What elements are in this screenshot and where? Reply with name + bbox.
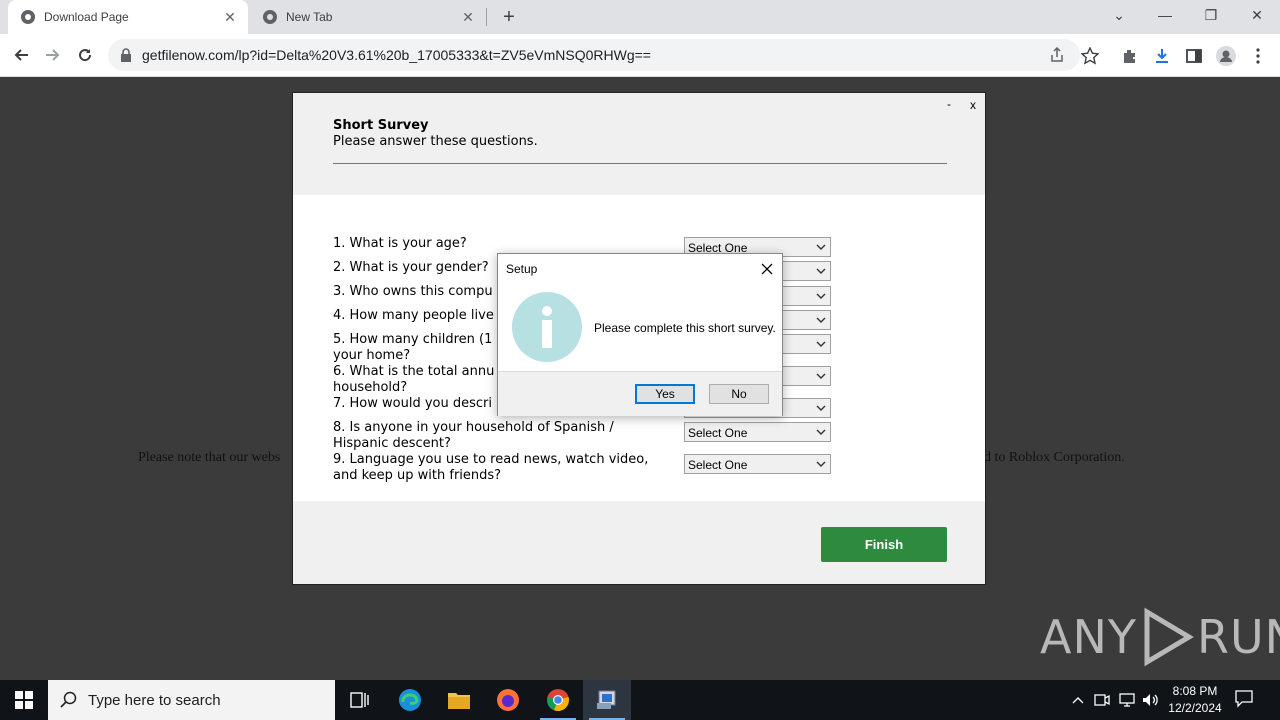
page-note-left: Please note that our webs: [138, 450, 281, 465]
info-icon: [512, 292, 582, 362]
setup-app-icon[interactable]: [583, 680, 631, 720]
restore-window-icon[interactable]: ❐: [1188, 0, 1234, 30]
file-explorer-icon[interactable]: [435, 680, 483, 720]
anyrun-watermark: ANY RUN: [1040, 607, 1280, 667]
close-tab-icon[interactable]: ✕: [222, 9, 238, 25]
survey-close-button[interactable]: x: [970, 98, 976, 112]
watermark-text-right: RUN: [1196, 610, 1280, 664]
select-value: Select One: [688, 458, 748, 472]
survey-title: Short Survey: [333, 118, 429, 133]
close-tab-icon[interactable]: ✕: [460, 9, 476, 25]
tab-download-page[interactable]: Download Page ✕: [8, 0, 248, 34]
page-note-right: d to Roblox Corporation.: [984, 450, 1125, 465]
system-clock[interactable]: 8:08 PM 12/2/2024: [1160, 683, 1230, 717]
search-placeholder: Type here to search: [88, 692, 221, 709]
taskbar-search-box[interactable]: Type here to search: [48, 680, 335, 720]
back-arrow-icon: [14, 49, 28, 61]
question-5: 5. How many children (1 your home?: [333, 332, 493, 363]
windows-logo-icon: [15, 691, 33, 709]
watermark-text-left: ANY: [1040, 610, 1137, 664]
edge-icon[interactable]: [386, 680, 434, 720]
reload-icon: [79, 49, 92, 62]
chevron-down-icon: [816, 293, 826, 299]
no-button[interactable]: No: [709, 384, 769, 404]
tab-search-icon[interactable]: ⌄: [1096, 0, 1142, 30]
dialog-title: Setup: [506, 262, 538, 276]
url-text: getfilenow.com/lp?id=Delta%20V3.61%20b_1…: [142, 47, 651, 63]
survey-subtitle: Please answer these questions.: [333, 134, 538, 149]
share-icon[interactable]: [1048, 46, 1066, 64]
meet-now-icon[interactable]: [1092, 680, 1112, 720]
chevron-down-icon: [816, 429, 826, 435]
question-6: 6. What is the total annu household?: [333, 364, 495, 395]
show-hidden-icons-icon[interactable]: [1068, 680, 1088, 720]
dialog-close-icon[interactable]: [756, 258, 778, 280]
bookmark-star-icon[interactable]: [1080, 46, 1100, 66]
chevron-down-icon: [816, 317, 826, 323]
setup-dialog: Setup Please complete this short survey.…: [497, 253, 783, 416]
tab-new-tab[interactable]: New Tab ✕: [250, 0, 486, 34]
forward-arrow-icon: [46, 49, 60, 61]
firefox-icon[interactable]: [484, 680, 532, 720]
chrome-icon: [263, 10, 277, 24]
search-icon: [60, 691, 77, 708]
tab-title: Download Page: [44, 10, 129, 24]
network-icon[interactable]: [1116, 680, 1138, 720]
question-1: 1. What is your age?: [333, 236, 467, 251]
play-logo-icon: [1144, 607, 1194, 667]
survey-minimize-button[interactable]: -: [947, 97, 951, 111]
extensions-icon[interactable]: [1120, 46, 1140, 66]
question-9-select[interactable]: Select One: [684, 454, 831, 474]
profile-avatar-icon[interactable]: [1216, 46, 1236, 66]
question-9: 9. Language you use to read news, watch …: [333, 452, 649, 483]
close-window-icon[interactable]: ✕: [1234, 0, 1280, 30]
reload-button[interactable]: [72, 42, 98, 68]
side-panel-icon[interactable]: [1184, 46, 1204, 66]
task-view-icon[interactable]: [336, 680, 384, 720]
windows-taskbar: Type here to search 8:08 PM 12/2/2024: [0, 680, 1280, 720]
question-8-select[interactable]: Select One: [684, 422, 831, 442]
chevron-down-icon: [816, 373, 826, 379]
new-tab-button[interactable]: +: [498, 6, 520, 28]
chevron-down-icon: [816, 405, 826, 411]
chevron-down-icon: [816, 341, 826, 347]
tab-title: New Tab: [286, 10, 333, 24]
clock-date: 12/2/2024: [1168, 701, 1222, 715]
download-icon[interactable]: [1152, 46, 1172, 66]
notifications-icon[interactable]: [1234, 688, 1260, 712]
tab-separator: [486, 8, 487, 26]
dialog-footer: Yes No: [498, 371, 782, 416]
browser-toolbar: getfilenow.com/lp?id=Delta%20V3.61%20b_1…: [0, 34, 1280, 77]
globe-icon: [21, 10, 35, 24]
divider: [333, 163, 947, 164]
clock-time: 8:08 PM: [1172, 684, 1218, 698]
finish-button[interactable]: Finish: [821, 527, 947, 562]
minimize-window-icon[interactable]: —: [1142, 0, 1188, 30]
back-button[interactable]: [8, 42, 34, 68]
volume-icon[interactable]: [1140, 680, 1162, 720]
chevron-down-icon: [816, 268, 826, 274]
dialog-message: Please complete this short survey.: [594, 321, 776, 335]
question-8: 8. Is anyone in your household of Spanis…: [333, 420, 614, 451]
forward-button[interactable]: [40, 42, 66, 68]
start-button[interactable]: [0, 680, 48, 720]
lock-icon: [121, 48, 131, 62]
chevron-down-icon: [816, 244, 826, 250]
yes-button[interactable]: Yes: [635, 384, 695, 404]
select-value: Select One: [688, 426, 748, 440]
address-bar[interactable]: getfilenow.com/lp?id=Delta%20V3.61%20b_1…: [108, 39, 1080, 71]
tab-strip: Download Page ✕ New Tab ✕ + ⌄ — ❐ ✕: [0, 0, 1280, 34]
menu-kebab-icon[interactable]: [1248, 46, 1268, 66]
page-content: Please note that our webs d to Roblox Co…: [0, 77, 1280, 680]
chrome-taskbar-icon[interactable]: [534, 680, 582, 720]
chevron-down-icon: [816, 461, 826, 467]
